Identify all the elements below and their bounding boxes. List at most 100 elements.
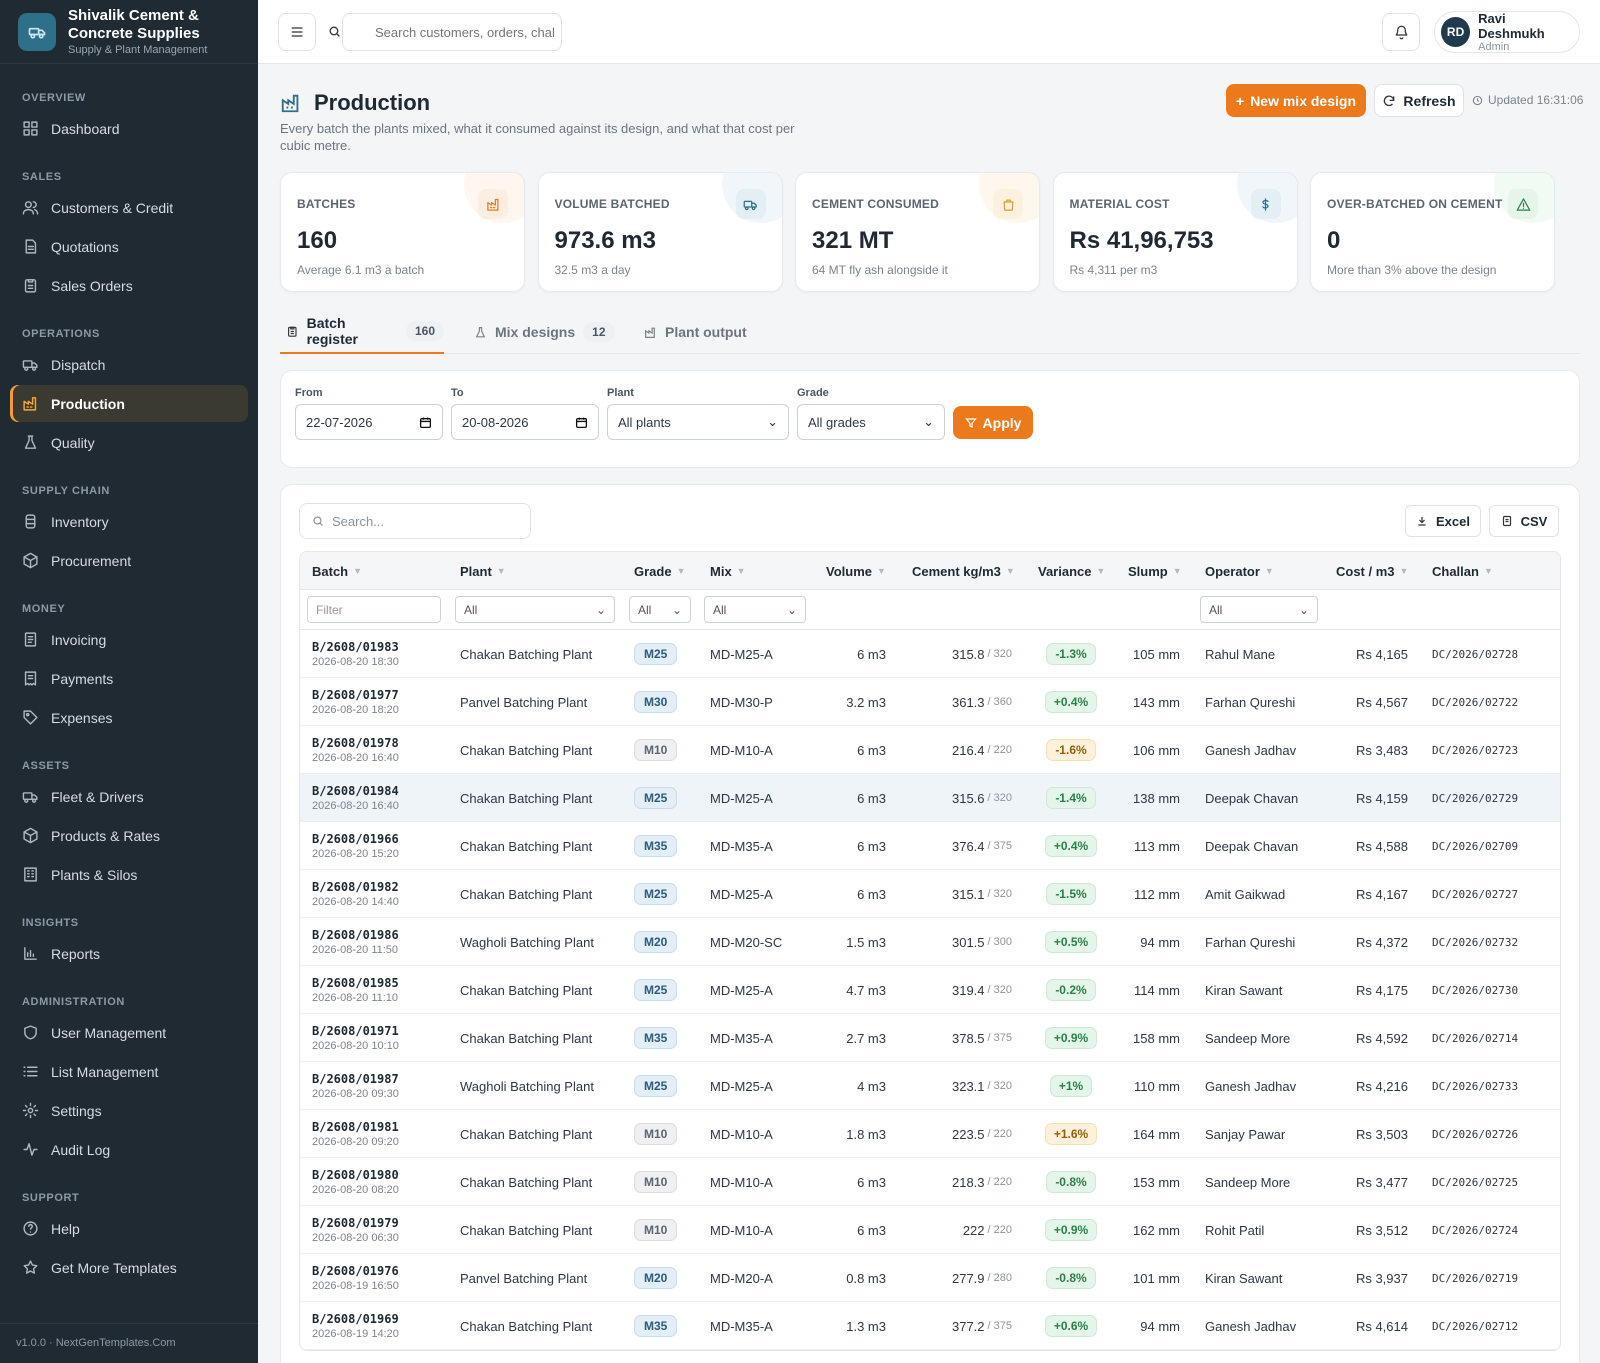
sidebar-item-plants-silos[interactable]: Plants & Silos (10, 856, 248, 893)
sidebar-item-products-rates[interactable]: Products & Rates (10, 817, 248, 854)
table-row[interactable]: B/2608/01984 2026-08-20 16:40 Chakan Batch… (300, 774, 1560, 822)
table-row[interactable]: B/2608/01980 2026-08-20 08:20 Chakan Batch… (300, 1158, 1560, 1206)
table-row[interactable]: B/2608/01971 2026-08-20 10:10 Chakan Batch… (300, 1014, 1560, 1062)
column-header-operator[interactable]: Operator ▼ (1205, 552, 1274, 590)
operator-cell: Ganesh Jadhav (1205, 1318, 1297, 1334)
column-header-volume[interactable]: Volume ▼ (826, 552, 886, 590)
sidebar-item-quality[interactable]: Quality (10, 424, 248, 461)
sidebar-item-dashboard[interactable]: Dashboard (10, 110, 248, 147)
table-row[interactable]: B/2608/01985 2026-08-20 11:10 Chakan Batch… (300, 966, 1560, 1014)
table-row[interactable]: B/2608/01979 2026-08-20 06:30 Chakan Batch… (300, 1206, 1560, 1254)
table-row[interactable]: B/2608/01966 2026-08-20 15:20 Chakan Batch… (300, 822, 1560, 870)
sidebar-item-quotations[interactable]: Quotations (10, 228, 248, 265)
from-date-input[interactable]: 22-07-2026 (295, 404, 443, 440)
sidebar-item-reports[interactable]: Reports (10, 935, 248, 972)
sidebar-item-procurement[interactable]: Procurement (10, 542, 248, 579)
tab-batch-register[interactable]: Batch register 160 (280, 310, 444, 354)
sidebar-item-customers-credit[interactable]: Customers & Credit (10, 189, 248, 226)
column-header-batch[interactable]: Batch ▼ (312, 552, 362, 590)
sidebar-item-audit-log[interactable]: Audit Log (10, 1131, 248, 1168)
challan-cell[interactable]: DC/2026/02726 (1432, 1110, 1518, 1158)
challan-cell[interactable]: DC/2026/02719 (1432, 1254, 1518, 1302)
sidebar-item-production[interactable]: Production (10, 385, 248, 422)
table-row[interactable]: B/2608/01987 2026-08-20 09:30 Wagholi Batc… (300, 1062, 1560, 1110)
tab-plant-output[interactable]: Plant output (644, 310, 747, 354)
column-header-cost-m3[interactable]: Cost / m3 ▼ (1336, 552, 1408, 590)
filter-panel: From 22-07-2026 To 20-08-2026 Plant All … (280, 370, 1580, 468)
challan-cell[interactable]: DC/2026/02730 (1432, 966, 1518, 1014)
cement-cell: 223.5/ 220 (912, 1110, 1012, 1158)
sidebar-item-dispatch[interactable]: Dispatch (10, 346, 248, 383)
challan-cell[interactable]: DC/2026/02723 (1432, 726, 1518, 774)
sidebar-item-get-more-templates[interactable]: Get More Templates (10, 1249, 248, 1286)
variance-badge: -0.2% (1046, 979, 1096, 1001)
challan-cell[interactable]: DC/2026/02725 (1432, 1158, 1518, 1206)
export-csv-button[interactable]: CSV (1489, 505, 1559, 537)
sidebar-item-sales-orders[interactable]: Sales Orders (10, 267, 248, 304)
challan-cell[interactable]: DC/2026/02732 (1432, 918, 1518, 966)
sidebar-item-payments[interactable]: Payments (10, 660, 248, 697)
cement-design: / 220 (987, 1128, 1012, 1140)
mix-cell: MD-M25-A (710, 790, 773, 806)
export-excel-button[interactable]: Excel (1405, 505, 1481, 537)
challan-cell[interactable]: DC/2026/02733 (1432, 1062, 1518, 1110)
notifications-button[interactable] (1382, 13, 1420, 51)
sidebar-item-user-management[interactable]: User Management (10, 1014, 248, 1051)
global-search-input[interactable] (342, 13, 562, 51)
tab-mix-designs[interactable]: Mix designs 12 (474, 310, 615, 354)
avatar: RD (1441, 17, 1471, 47)
challan-cell[interactable]: DC/2026/02722 (1432, 678, 1518, 726)
column-header-label: Challan (1432, 563, 1479, 579)
sidebar-item-help[interactable]: Help (10, 1210, 248, 1247)
challan-cell[interactable]: DC/2026/02727 (1432, 870, 1518, 918)
table-search-input[interactable]: Search... (299, 503, 531, 539)
table-row[interactable]: B/2608/01978 2026-08-20 16:40 Chakan Batch… (300, 726, 1560, 774)
table-row[interactable]: B/2608/01969 2026-08-19 14:20 Chakan Batch… (300, 1302, 1560, 1350)
operator-column-filter[interactable]: All ⌄ (1200, 596, 1318, 623)
table-row[interactable]: B/2608/01986 2026-08-20 11:50 Wagholi Batc… (300, 918, 1560, 966)
batch-filter-input[interactable]: Filter (307, 596, 441, 623)
plant-select[interactable]: All plants ⌄ (607, 404, 789, 440)
plant-column-filter[interactable]: All ⌄ (455, 596, 615, 623)
chevron-down-icon: ⌄ (767, 414, 778, 429)
column-header-challan[interactable]: Challan ▼ (1432, 552, 1493, 590)
table-row[interactable]: B/2608/01983 2026-08-20 18:30 Chakan Batch… (300, 630, 1560, 678)
table-row[interactable]: B/2608/01982 2026-08-20 14:40 Chakan Batch… (300, 870, 1560, 918)
grade-select[interactable]: All grades ⌄ (797, 404, 945, 440)
table-row[interactable]: B/2608/01976 2026-08-19 16:50 Panvel Batch… (300, 1254, 1560, 1302)
table-row[interactable]: B/2608/01981 2026-08-20 09:20 Chakan Batch… (300, 1110, 1560, 1158)
menu-toggle-button[interactable] (278, 13, 316, 51)
sort-chevron-icon: ▼ (353, 566, 363, 576)
sidebar-item-expenses[interactable]: Expenses (10, 699, 248, 736)
mix-column-filter[interactable]: All ⌄ (704, 596, 806, 623)
challan-cell[interactable]: DC/2026/02724 (1432, 1206, 1518, 1254)
challan-cell[interactable]: DC/2026/02712 (1432, 1302, 1518, 1350)
column-header-variance[interactable]: Variance ▼ (1038, 552, 1105, 590)
challan-cell[interactable]: DC/2026/02709 (1432, 822, 1518, 870)
apply-filters-button[interactable]: Apply (953, 406, 1033, 439)
variance-badge: -0.8% (1046, 1267, 1096, 1289)
column-header-grade[interactable]: Grade ▼ (634, 552, 686, 590)
challan-cell[interactable]: DC/2026/02729 (1432, 774, 1518, 822)
table-row[interactable]: B/2608/01977 2026-08-20 18:20 Panvel Batch… (300, 678, 1560, 726)
challan-cell[interactable]: DC/2026/02714 (1432, 1014, 1518, 1062)
sort-chevron-icon: ▼ (1172, 566, 1182, 576)
new-mix-design-button[interactable]: + New mix design (1226, 84, 1366, 117)
mix-cell: MD-M35-A (710, 838, 773, 854)
column-header-mix[interactable]: Mix ▼ (710, 552, 746, 590)
kpi-card-cement-consumed: Cement consumed 321 MT 64 MT fly ash along… (795, 172, 1040, 292)
to-date-input[interactable]: 20-08-2026 (451, 404, 599, 440)
column-header-cement-kg-m3[interactable]: Cement kg/m3 ▼ (912, 552, 1015, 590)
challan-cell[interactable]: DC/2026/02728 (1432, 630, 1518, 678)
grade-column-filter[interactable]: All ⌄ (629, 596, 691, 623)
column-header-plant[interactable]: Plant ▼ (460, 552, 506, 590)
user-menu[interactable]: RD Ravi Deshmukh Admin (1434, 11, 1580, 53)
sidebar-item-inventory[interactable]: Inventory (10, 503, 248, 540)
column-header-slump[interactable]: Slump ▼ (1128, 552, 1182, 590)
refresh-button[interactable]: Refresh (1374, 84, 1464, 117)
sidebar-item-list-management[interactable]: List Management (10, 1053, 248, 1090)
slump-cell: 105 mm (1133, 646, 1180, 662)
sidebar-item-settings[interactable]: Settings (10, 1092, 248, 1129)
sidebar-item-invoicing[interactable]: Invoicing (10, 621, 248, 658)
sidebar-item-fleet-drivers[interactable]: Fleet & Drivers (10, 778, 248, 815)
